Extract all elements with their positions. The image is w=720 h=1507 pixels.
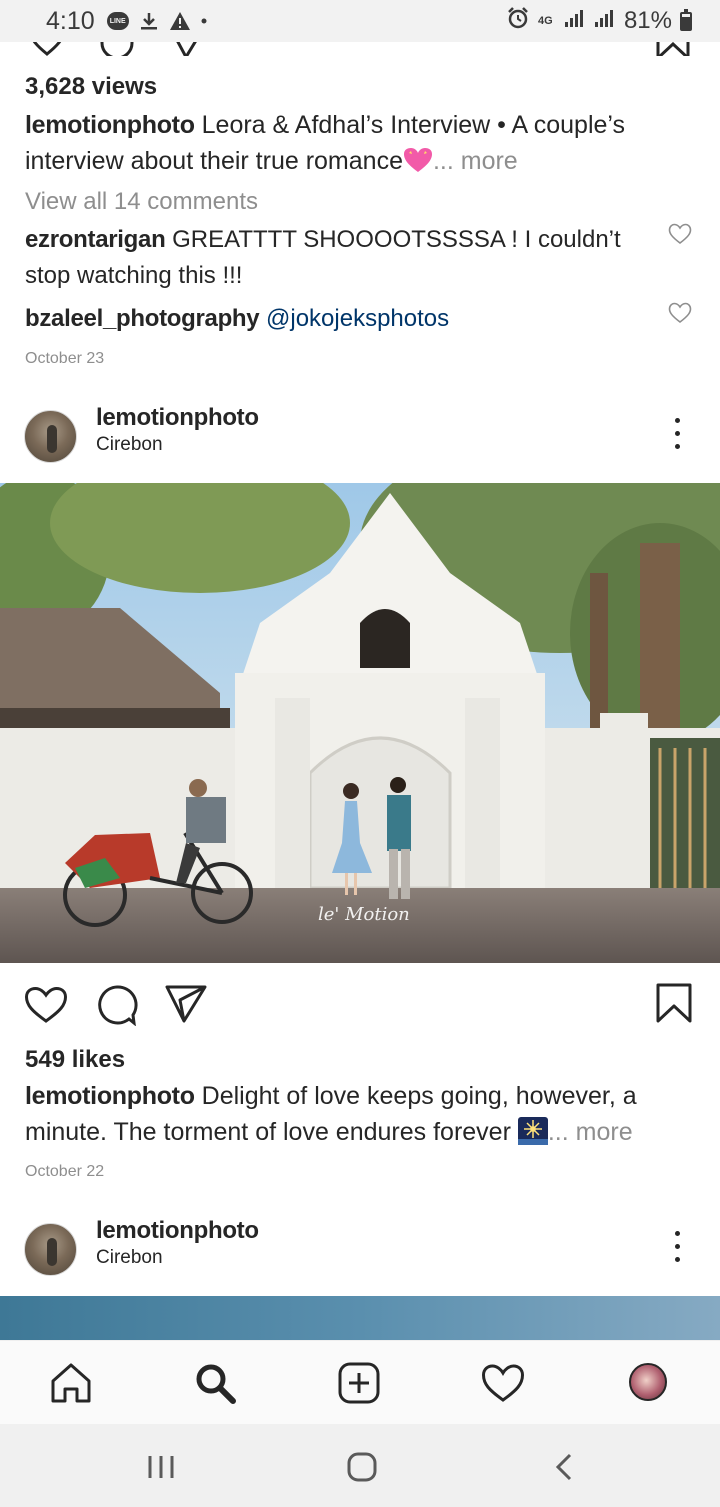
post-photo[interactable] (0, 483, 720, 963)
status-time: 4:10 (46, 6, 95, 35)
comment-username[interactable]: bzaleel_photography (25, 305, 260, 332)
signal-icon (594, 7, 616, 35)
view-count[interactable]: 3,628 views (25, 73, 665, 101)
comment-icon[interactable] (96, 984, 138, 1026)
comment-item: ezrontarigan GREATTTT SHOOOOTSSSSA ! I c… (25, 222, 645, 294)
post-username[interactable]: lemotionphoto (96, 404, 259, 432)
recent-apps-icon[interactable] (144, 1450, 178, 1484)
caption-username[interactable]: lemotionphoto (25, 111, 195, 139)
fireworks-emoji-icon (517, 1117, 548, 1145)
save-bookmark-icon[interactable] (655, 982, 693, 1024)
caption-more-link[interactable]: ... more (548, 1118, 633, 1146)
sparkling-heart-emoji-icon (403, 148, 432, 172)
post-location[interactable]: Cirebon (96, 1247, 163, 1269)
comment-icon[interactable] (98, 42, 136, 56)
system-navigation-bar (0, 1424, 720, 1507)
caption-username[interactable]: lemotionphoto (25, 1082, 195, 1110)
more-options-icon[interactable] (666, 414, 688, 454)
battery-percent: 81% (623, 7, 672, 34)
line-notification-icon: LINE (106, 12, 129, 30)
new-post-icon[interactable] (337, 1361, 381, 1405)
previous-post-action-row (0, 42, 720, 56)
share-icon[interactable] (164, 984, 208, 1024)
dot-icon (201, 18, 207, 24)
post-caption: lemotionphoto Leora & Afdhal’s Interview… (25, 107, 685, 179)
comment-like-heart-icon[interactable] (668, 223, 692, 245)
comment-like-heart-icon[interactable] (668, 302, 692, 324)
profile-avatar[interactable] (629, 1363, 667, 1401)
warning-icon (169, 11, 191, 31)
avatar[interactable] (24, 410, 77, 463)
post-photo[interactable] (0, 1296, 720, 1340)
home-button-icon[interactable] (345, 1450, 379, 1484)
alarm-icon (506, 6, 530, 37)
save-bookmark-icon[interactable] (656, 42, 690, 56)
post-username[interactable]: lemotionphoto (96, 1217, 259, 1245)
post-header: lemotionphoto Cirebon (0, 400, 720, 470)
comment-item: bzaleel_photography @jokojeksphotos (25, 301, 645, 337)
comment-mention-link[interactable]: @jokojeksphotos (266, 305, 449, 332)
more-options-icon[interactable] (666, 1227, 688, 1267)
bottom-navigation-bar (0, 1340, 720, 1424)
activity-heart-icon[interactable] (481, 1361, 525, 1405)
share-icon[interactable] (168, 42, 206, 56)
search-icon[interactable] (193, 1361, 237, 1405)
caption-more-link[interactable]: ... more (433, 147, 518, 175)
back-icon[interactable] (548, 1450, 582, 1484)
signal-icon (564, 7, 586, 35)
status-right-group: 4G 81% (506, 6, 692, 37)
photo-watermark: le' Motion (318, 904, 410, 925)
post-caption: lemotionphoto Delight of love keeps goin… (25, 1078, 685, 1150)
battery-icon (680, 8, 692, 31)
4g-icon: 4G (537, 14, 553, 27)
comment-username[interactable]: ezrontarigan (25, 226, 166, 253)
view-all-comments-link[interactable]: View all 14 comments (25, 188, 665, 216)
post-location[interactable]: Cirebon (96, 434, 163, 456)
avatar[interactable] (24, 1223, 77, 1276)
post-date: October 23 (25, 350, 105, 367)
like-count[interactable]: 549 likes (25, 1046, 665, 1074)
like-heart-icon[interactable] (30, 42, 64, 56)
post-header: lemotionphoto Cirebon (0, 1213, 720, 1283)
like-heart-icon[interactable] (24, 986, 68, 1024)
status-bar: 4:10 LINE 4G 81% (0, 0, 720, 42)
download-icon (139, 11, 159, 31)
home-icon[interactable] (49, 1361, 93, 1405)
post-date: October 22 (25, 1163, 105, 1180)
